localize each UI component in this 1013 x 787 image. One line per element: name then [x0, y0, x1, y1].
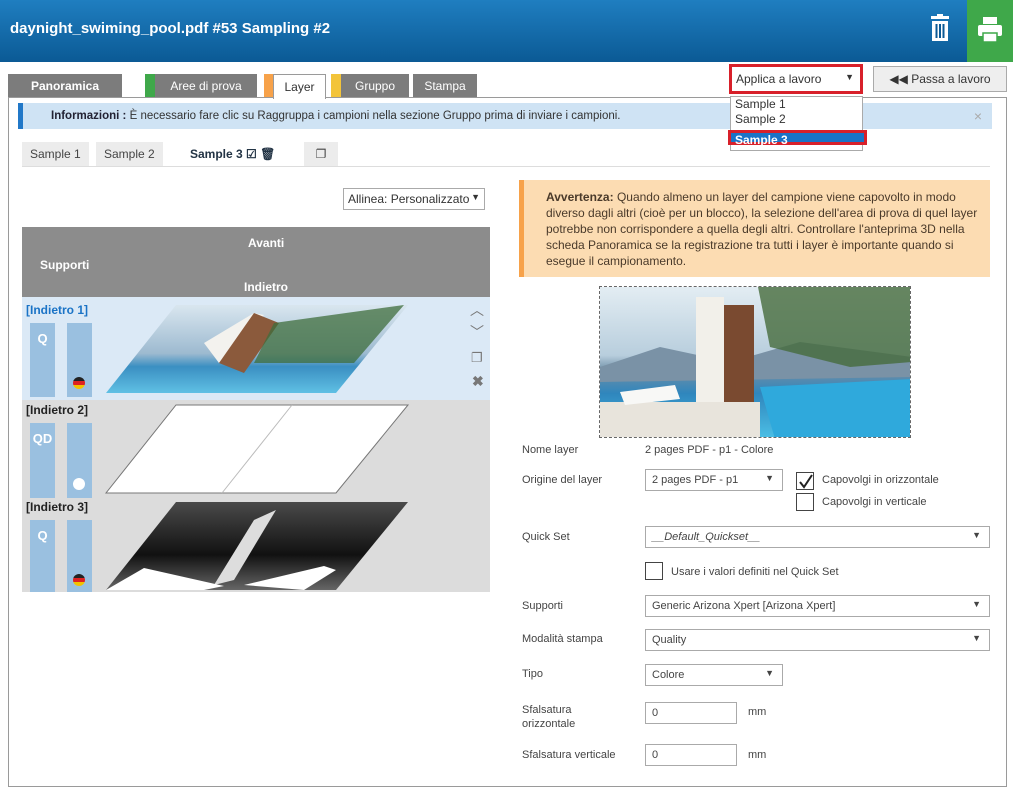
sample-tab-3[interactable]: Sample 3 ☑ 🗑 [182, 142, 302, 166]
supporti-select[interactable]: Generic Arizona Xpert [Arizona Xpert] ▼ [645, 595, 990, 617]
indietro-header: Indietro [244, 280, 288, 294]
quickset-select[interactable]: __Default_Quickset__ ▼ [645, 526, 990, 548]
flip-vertical-label: Capovolgi in verticale [822, 496, 927, 508]
print-mode-badge: QD [30, 423, 55, 498]
sfalsatura-label-line1: Sfalsatura [522, 704, 572, 716]
layer-label: [Indietro 1] [26, 303, 88, 317]
layers-header: Supporti Avanti Indietro [22, 227, 490, 297]
print-mode-badge: Q [30, 520, 55, 592]
origine-value: 2 pages PDF - p1 [652, 474, 739, 486]
tab-gruppo[interactable]: Gruppo [341, 74, 409, 98]
layer-thumbnail [106, 305, 408, 393]
tab-stampa[interactable]: Stampa [413, 74, 477, 98]
title-bar: daynight_swiming_pool.pdf #53 Sampling #… [0, 0, 1013, 62]
flip-horizontal-label: Capovolgi in orizzontale [822, 474, 939, 486]
dropdown-option[interactable]: Sample 2 [731, 112, 862, 127]
sfalsatura-orizzontale-input[interactable]: 0 [645, 702, 737, 724]
tab-color-strip [145, 74, 155, 98]
sfalsatura-orizzontale-label: Sfalsatura orizzontale [522, 703, 575, 731]
modalita-label: Modalità stampa [522, 633, 603, 645]
checkmark-icon [799, 474, 813, 489]
align-select-label: Allinea: Personalizzato [348, 192, 470, 206]
flip-horizontal-checkbox[interactable] [796, 472, 814, 490]
dropdown-arrow-icon: ▼ [972, 633, 981, 643]
dropdown-arrow-icon: ▼ [845, 72, 854, 82]
layer-thumbnail [106, 502, 408, 590]
nome-layer-value: 2 pages PDF - p1 - Colore [645, 444, 774, 456]
printer-icon [978, 17, 1002, 43]
divider [22, 166, 990, 167]
use-quickset-label: Usare i valori definiti nel Quick Set [671, 566, 839, 578]
copy-icon[interactable]: ❐ [471, 350, 483, 366]
flip-vertical-checkbox[interactable] [796, 493, 814, 511]
print-button[interactable] [967, 0, 1013, 62]
modalita-value: Quality [652, 634, 687, 646]
tab-panoramica[interactable]: Panoramica [8, 74, 122, 98]
close-icon[interactable]: ✖ [472, 373, 484, 390]
dropdown-arrow-icon: ▼ [471, 192, 480, 202]
sfalsatura-verticale-label: Sfalsatura verticale [522, 749, 616, 761]
copy-icon[interactable]: ❐ [304, 142, 338, 166]
tab-color-strip [331, 74, 341, 98]
trash-icon[interactable] [926, 14, 954, 46]
unit-label: mm [748, 749, 767, 761]
white-dot-icon [73, 478, 85, 490]
close-icon[interactable]: × [974, 103, 982, 129]
tipo-value: Colore [652, 669, 685, 681]
chevron-down-icon[interactable]: ﹀ [470, 322, 484, 342]
tipo-select[interactable]: Colore ▼ [645, 664, 783, 686]
avanti-header: Avanti [248, 236, 285, 250]
tab-layer[interactable]: Layer [273, 74, 326, 99]
dropdown-option-selected[interactable]: Sample 3 [728, 130, 867, 147]
sample-tab-1[interactable]: Sample 1 [22, 142, 89, 166]
supporti-label: Supporti [522, 600, 563, 612]
nome-layer-label: Nome layer [522, 444, 579, 456]
quickset-value: __Default_Quickset__ [652, 531, 761, 543]
layer-preview-image [599, 286, 911, 438]
info-title: Informazioni : [51, 110, 127, 122]
switch-to-job-button[interactable]: ◀◀ Passa a lavoro [873, 66, 1007, 92]
apply-select-label: Applica a lavoro [736, 72, 822, 86]
origine-label: Origine del layer [522, 474, 603, 486]
supporti-header: Supporti [40, 258, 90, 272]
window-title: daynight_swiming_pool.pdf #53 Sampling #… [10, 20, 331, 37]
tab-aree-di-prova[interactable]: Aree di prova [155, 74, 257, 98]
origine-select[interactable]: 2 pages PDF - p1 ▼ [645, 469, 783, 491]
layer-label: [Indietro 3] [26, 500, 88, 514]
dropdown-arrow-icon: ▼ [972, 530, 981, 540]
quickset-label: Quick Set [522, 531, 570, 543]
warning-title: Avvertenza: [546, 190, 614, 204]
color-dot-icon [73, 377, 85, 389]
dropdown-arrow-icon: ▼ [972, 599, 981, 609]
apply-to-job-select[interactable]: Applica a lavoro ▼ [729, 64, 863, 94]
apply-dropdown-list: Sample 1 Sample 2 Sample 3 [728, 96, 867, 151]
layer-label: [Indietro 2] [26, 403, 88, 417]
unit-label: mm [748, 706, 767, 718]
layer-thumbnail [104, 404, 410, 494]
chevron-up-icon[interactable]: ︿ [470, 300, 484, 320]
print-mode-badge: Q [30, 323, 55, 397]
dropdown-arrow-icon: ▼ [765, 668, 774, 678]
trash-icon[interactable]: 🗑 [260, 147, 275, 161]
info-text: È necessario fare clic su Raggruppa i ca… [129, 110, 621, 122]
edit-icon[interactable]: ☑ [246, 147, 257, 161]
warning-banner: Avvertenza: Quando almeno un layer del c… [519, 180, 990, 277]
sfalsatura-verticale-input[interactable]: 0 [645, 744, 737, 766]
align-select[interactable]: Allinea: Personalizzato ▼ [343, 188, 485, 210]
sample-tab-3-label: Sample 3 [190, 147, 243, 161]
color-dot-icon [73, 574, 85, 586]
dropdown-option[interactable]: Sample 1 [731, 97, 862, 112]
sfalsatura-label-line2: orizzontale [522, 718, 576, 730]
tipo-label: Tipo [522, 668, 543, 680]
supporti-value: Generic Arizona Xpert [Arizona Xpert] [652, 600, 836, 612]
use-quickset-checkbox[interactable] [645, 562, 663, 580]
dropdown-arrow-icon: ▼ [765, 473, 774, 483]
sample-tab-2[interactable]: Sample 2 [96, 142, 163, 166]
modalita-select[interactable]: Quality ▼ [645, 629, 990, 651]
